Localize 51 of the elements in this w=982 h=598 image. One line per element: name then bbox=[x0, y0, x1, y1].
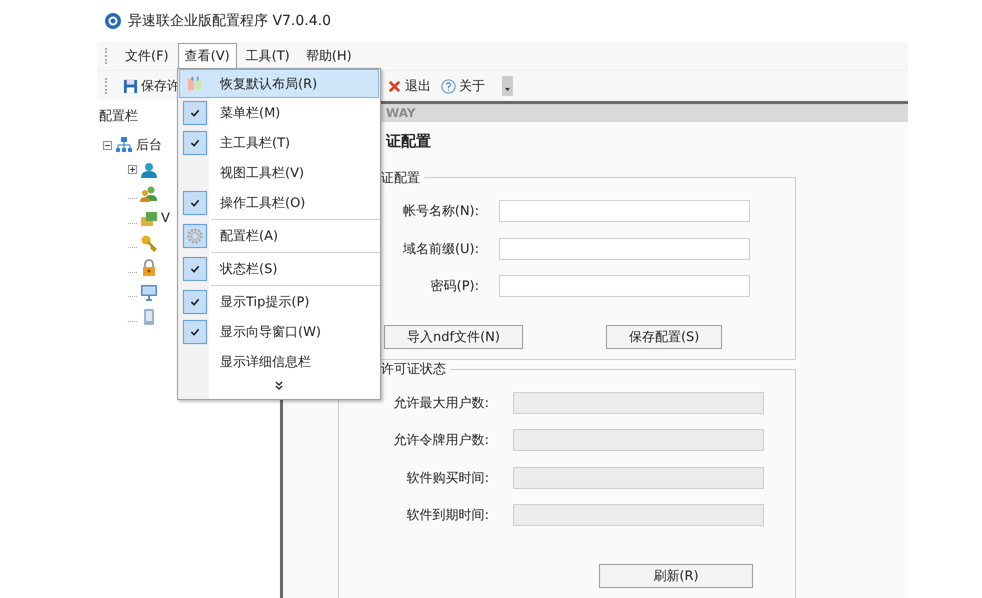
menu-item[interactable]: 配置栏(A) bbox=[179, 221, 379, 251]
tree-item[interactable]: 后台 bbox=[136, 136, 162, 154]
window-title: 异速联企业版配置程序 V7.0.4.0 bbox=[128, 12, 332, 30]
input-field[interactable] bbox=[499, 238, 750, 260]
field-label: 允许最大用户数: bbox=[392, 394, 490, 412]
lock-icon bbox=[140, 258, 158, 277]
field-label: 软件到期时间: bbox=[406, 507, 490, 524]
menu-item[interactable]: 显示Tip提示(P) bbox=[179, 287, 379, 317]
help-icon bbox=[441, 78, 456, 94]
group-title: 证配置 bbox=[380, 170, 421, 186]
toolbar-button[interactable]: 退出 bbox=[384, 75, 434, 97]
field-label: 密码(P): bbox=[430, 278, 480, 296]
folder-icon bbox=[140, 210, 158, 228]
action-button[interactable]: 导入ndf文件(N) bbox=[384, 325, 523, 349]
overflow-icon[interactable] bbox=[502, 76, 513, 96]
field-label: 软件购买时间: bbox=[406, 470, 490, 487]
expand-icon[interactable] bbox=[128, 165, 137, 174]
action-button[interactable]: 保存配置(S) bbox=[606, 325, 722, 349]
expand-more-icon[interactable] bbox=[274, 380, 284, 392]
tree-item[interactable]: V bbox=[161, 211, 170, 226]
toolbar-button[interactable]: 关于 bbox=[438, 75, 488, 97]
menu-item[interactable]: 文件(F) bbox=[118, 43, 176, 69]
field-label: 帐号名称(N): bbox=[402, 203, 480, 220]
monitor-icon bbox=[140, 283, 158, 302]
refresh-button[interactable]: 刷新(R) bbox=[599, 564, 753, 588]
network-icon bbox=[115, 136, 133, 154]
key-icon bbox=[140, 234, 158, 252]
panel-title: 配置栏 bbox=[99, 108, 138, 125]
menu-item[interactable]: 帮助(H) bbox=[298, 43, 359, 69]
input-field[interactable] bbox=[499, 275, 750, 298]
menu-item[interactable]: 视图工具栏(V) bbox=[179, 158, 379, 188]
menu-item[interactable]: 主工具栏(T) bbox=[179, 128, 379, 158]
menu-item[interactable]: 操作工具栏(O) bbox=[179, 188, 379, 218]
input-field[interactable] bbox=[499, 200, 750, 222]
field-label: 允许令牌用户数: bbox=[392, 432, 490, 450]
menu-item[interactable]: 工具(T) bbox=[238, 43, 297, 69]
collapse-icon[interactable] bbox=[103, 140, 112, 150]
layout-icon bbox=[186, 74, 204, 92]
app-logo-icon bbox=[104, 12, 122, 30]
close-icon bbox=[387, 78, 402, 94]
menu-item[interactable]: 状态栏(S) bbox=[179, 254, 379, 284]
menu-item[interactable]: 恢复默认布局(R) bbox=[179, 69, 379, 98]
menu-item[interactable]: 显示详细信息栏 bbox=[179, 347, 379, 377]
gear-icon bbox=[186, 227, 204, 245]
save-icon bbox=[123, 78, 138, 94]
user-icon bbox=[140, 160, 158, 179]
group-title: 许可证状态 bbox=[380, 361, 447, 378]
menu-item[interactable]: 显示向导窗口(W) bbox=[179, 317, 379, 347]
users-icon bbox=[140, 185, 158, 204]
field-label: 域名前缀(U): bbox=[402, 240, 480, 258]
menu-item[interactable]: 查看(V) bbox=[178, 43, 237, 69]
